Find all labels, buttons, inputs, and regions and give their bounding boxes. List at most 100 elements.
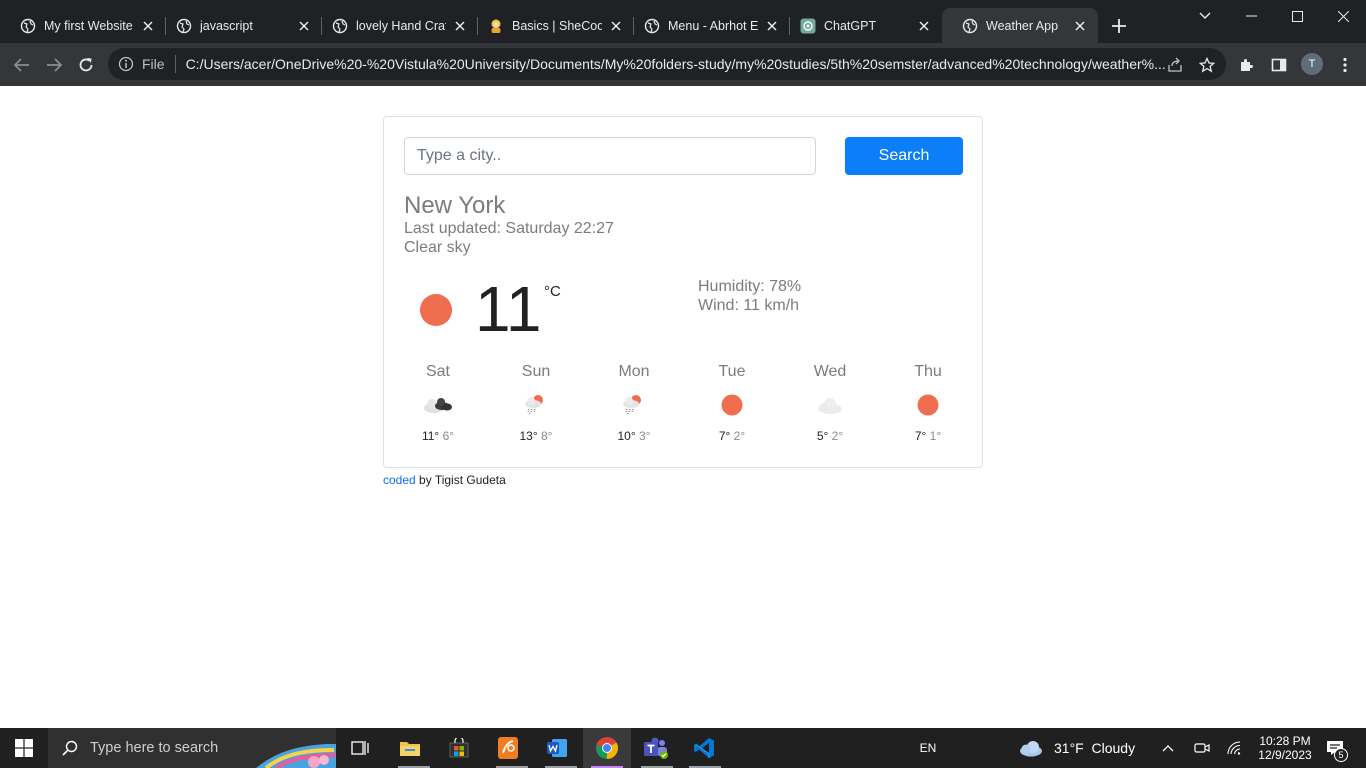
- vscode-button[interactable]: [681, 728, 727, 768]
- temperature-unit[interactable]: °C: [544, 283, 561, 300]
- tab-menu-abrhot[interactable]: Menu - Abrhot E: [624, 8, 790, 43]
- back-button[interactable]: [8, 51, 36, 79]
- tab-title: javascript: [200, 18, 253, 33]
- tab-chatgpt[interactable]: ChatGPT: [780, 8, 942, 43]
- few-clouds-icon: [814, 393, 846, 417]
- arrow-right-icon: [47, 58, 62, 72]
- globe-icon: [962, 18, 978, 34]
- sun-icon: [420, 294, 452, 326]
- input-language[interactable]: EN: [912, 728, 944, 768]
- bookmark-star-icon[interactable]: [1198, 56, 1216, 74]
- start-button[interactable]: [0, 728, 48, 768]
- close-icon[interactable]: [764, 18, 780, 34]
- address-url[interactable]: C:/Users/acer/OneDrive%20-%20Vistula%20U…: [186, 56, 1170, 72]
- task-view-icon: [351, 741, 369, 755]
- taskbar-search-box[interactable]: Type here to search: [48, 728, 337, 768]
- tab-my-first-website[interactable]: My first Website: [0, 8, 166, 43]
- forecast-day-name: Wed: [813, 363, 847, 380]
- meet-now-button[interactable]: [1190, 728, 1214, 768]
- forecast-day-name: Mon: [618, 363, 650, 380]
- forecast-temps: 7° 1°: [879, 429, 977, 443]
- close-icon[interactable]: [608, 18, 624, 34]
- tab-title: Basics | SheCode: [512, 18, 602, 33]
- source-code-link[interactable]: coded: [383, 473, 416, 487]
- camera-icon: [1194, 743, 1210, 753]
- footer-author: by Tigist Gudeta: [415, 473, 506, 487]
- forecast-temps: 10° 3°: [585, 429, 683, 443]
- forecast-max: 13°: [519, 429, 538, 443]
- show-hidden-icons-button[interactable]: [1156, 728, 1180, 768]
- tab-weather-app[interactable]: Weather App: [942, 8, 1098, 43]
- chevron-down-icon: [1199, 12, 1211, 19]
- windows-logo-icon: [15, 739, 33, 757]
- minimize-icon: [1245, 15, 1257, 17]
- city-search-input[interactable]: [404, 137, 816, 175]
- plus-icon: [1112, 19, 1126, 33]
- extensions-button[interactable]: [1234, 52, 1260, 78]
- tab-title: Weather App: [986, 18, 1059, 33]
- forecast-temps: 13° 8°: [487, 429, 585, 443]
- close-icon[interactable]: [452, 18, 468, 34]
- tab-title: Menu - Abrhot E: [668, 18, 758, 33]
- teams-button[interactable]: [633, 728, 679, 768]
- globe-icon: [644, 18, 660, 34]
- close-icon[interactable]: [1072, 18, 1088, 34]
- forward-button[interactable]: [40, 51, 68, 79]
- notifications-button[interactable]: 5: [1320, 728, 1350, 768]
- close-icon[interactable]: [296, 18, 312, 34]
- task-view-button[interactable]: [340, 728, 380, 768]
- wind-speed: Wind: 11 km/h: [698, 297, 800, 314]
- chrome-button[interactable]: [583, 728, 631, 768]
- folder-icon: [400, 742, 420, 756]
- forecast-max: 5°: [816, 429, 829, 443]
- forecast-day-name: Sun: [521, 363, 551, 380]
- pdf-reader-icon: [498, 737, 518, 759]
- taskbar-weather-widget[interactable]: 31°F Cloudy: [1018, 728, 1148, 768]
- address-bar[interactable]: File C:/Users/acer/OneDrive%20-%20Vistul…: [108, 48, 1226, 80]
- network-button[interactable]: [1222, 728, 1246, 768]
- maximize-button[interactable]: [1274, 0, 1320, 32]
- word-icon: [547, 739, 567, 757]
- address-separator: [174, 55, 176, 73]
- forecast-max: 11°: [421, 429, 440, 443]
- forecast-min: 2°: [733, 429, 746, 443]
- close-icon[interactable]: [140, 18, 156, 34]
- reload-button[interactable]: [72, 51, 100, 79]
- pdf-app-button[interactable]: [488, 728, 528, 768]
- share-icon[interactable]: [1166, 56, 1184, 74]
- forecast-temps: 5° 2°: [781, 429, 879, 443]
- microsoft-store-button[interactable]: [439, 728, 479, 768]
- teams-icon: [644, 737, 668, 759]
- side-panel-button[interactable]: [1266, 52, 1292, 78]
- close-icon: [1337, 10, 1349, 22]
- tab-title: lovely Hand Craf: [356, 18, 446, 33]
- forecast-min: 8°: [541, 429, 553, 443]
- minimize-button[interactable]: [1228, 0, 1274, 32]
- forecast-day: Wed 5° 2°: [781, 363, 879, 453]
- search-button[interactable]: Search: [845, 137, 963, 175]
- close-icon[interactable]: [916, 18, 932, 34]
- tab-shecodes-basics[interactable]: Basics | SheCode: [468, 8, 634, 43]
- profile-avatar[interactable]: T: [1301, 53, 1323, 75]
- clock[interactable]: 10:28 PM 12/9/2023: [1252, 728, 1318, 768]
- word-button[interactable]: [537, 728, 577, 768]
- tab-search-button[interactable]: [1182, 0, 1228, 32]
- forecast-day-name: Thu: [914, 363, 942, 380]
- new-tab-button[interactable]: [1106, 13, 1132, 39]
- store-icon: [449, 738, 469, 758]
- globe-icon: [20, 18, 36, 34]
- info-icon[interactable]: [118, 56, 134, 72]
- file-explorer-button[interactable]: [390, 728, 430, 768]
- forecast-day: Sun 13° 8°: [487, 363, 585, 453]
- tab-title: My first Website: [44, 18, 133, 33]
- chrome-menu-button[interactable]: [1332, 52, 1358, 78]
- puzzle-icon: [1241, 59, 1253, 71]
- close-window-button[interactable]: [1320, 0, 1366, 32]
- forecast-day-name: Sat: [425, 363, 450, 380]
- tab-javascript[interactable]: javascript: [156, 8, 322, 43]
- tab-lovely-hand-craft[interactable]: lovely Hand Craf: [312, 8, 478, 43]
- side-panel-icon: [1271, 58, 1287, 72]
- windows-taskbar: Type here to search EN 31°F Cloudy 10:28…: [0, 728, 1366, 768]
- more-vertical-icon: [1343, 57, 1347, 73]
- sun-icon: [716, 393, 748, 417]
